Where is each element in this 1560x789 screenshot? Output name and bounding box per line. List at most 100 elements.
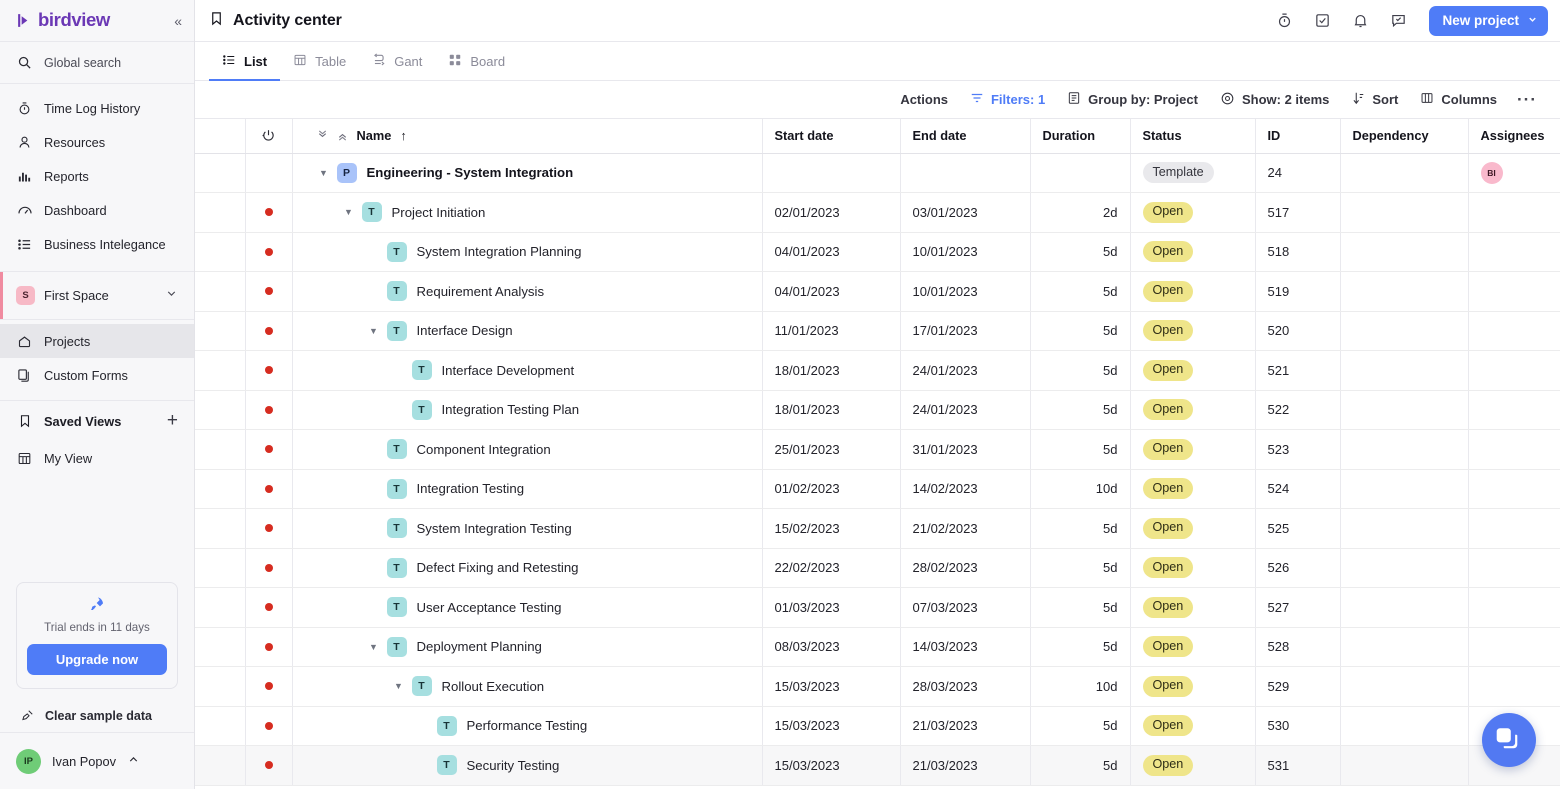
task-list-container[interactable]: Name ↑ Start date End date Duration Stat… — [195, 119, 1560, 789]
row-end-date[interactable]: 21/02/2023 — [900, 508, 1031, 549]
row-name-cell[interactable]: ▼ T Interface Design — [292, 311, 763, 351]
row-end-date[interactable]: 14/03/2023 — [900, 627, 1031, 667]
row-end-date[interactable]: 28/02/2023 — [900, 548, 1031, 588]
row-flag-cell[interactable] — [245, 232, 293, 272]
row-name-cell[interactable]: T System Integration Planning — [292, 232, 763, 272]
row-assignees-cell[interactable] — [1468, 587, 1560, 628]
more-options-button[interactable]: ··· — [1508, 86, 1546, 114]
table-row[interactable]: T Integration Testing Plan 18/01/2023 24/01… — [195, 390, 1560, 430]
tab-list[interactable]: List — [209, 43, 281, 81]
row-status-cell[interactable]: Template — [1130, 153, 1256, 193]
row-status-cell[interactable]: Open — [1130, 548, 1256, 588]
row-duration[interactable]: 5d — [1030, 706, 1131, 746]
row-flag-cell[interactable] — [245, 469, 293, 509]
row-status-cell[interactable]: Open — [1130, 429, 1256, 470]
row-select-cell[interactable] — [195, 706, 246, 746]
row-dependency[interactable] — [1340, 745, 1469, 786]
table-row[interactable]: ▼ T Interface Design 11/01/2023 17/01/2023 5d… — [195, 311, 1560, 351]
column-header-duration[interactable]: Duration — [1030, 119, 1131, 154]
show-items-button[interactable]: Show: 2 items — [1209, 86, 1340, 114]
row-dependency[interactable] — [1340, 232, 1469, 272]
row-select-cell[interactable] — [195, 548, 246, 588]
row-start-date[interactable]: 15/03/2023 — [762, 706, 901, 746]
expand-all-icon[interactable] — [337, 130, 348, 141]
column-header-assignees[interactable]: Assignees — [1468, 119, 1560, 154]
row-dependency[interactable] — [1340, 706, 1469, 746]
table-row[interactable]: T User Acceptance Testing 01/03/2023 07/03/… — [195, 587, 1560, 628]
row-flag-cell[interactable] — [245, 390, 293, 430]
collapse-sidebar-button[interactable]: « — [174, 14, 182, 28]
help-button[interactable] — [1482, 713, 1536, 767]
row-assignees-cell[interactable] — [1468, 429, 1560, 470]
row-flag-cell[interactable] — [245, 192, 293, 233]
row-start-date[interactable]: 11/01/2023 — [762, 311, 901, 351]
timer-icon[interactable] — [1265, 5, 1303, 37]
row-status-cell[interactable]: Open — [1130, 587, 1256, 628]
row-duration[interactable]: 5d — [1030, 232, 1131, 272]
row-end-date[interactable]: 07/03/2023 — [900, 587, 1031, 628]
sidebar-item-dashboard[interactable]: Dashboard — [0, 193, 194, 227]
sidebar-item-resources[interactable]: Resources — [0, 125, 194, 159]
row-select-cell[interactable] — [195, 311, 246, 351]
row-flag-cell[interactable] — [245, 666, 293, 707]
twisty-expanded-icon[interactable]: ▼ — [392, 681, 406, 691]
row-flag-cell[interactable] — [245, 548, 293, 588]
table-row[interactable]: ▼ T Deployment Planning 08/03/2023 14/03/202… — [195, 627, 1560, 667]
row-dependency[interactable] — [1340, 192, 1469, 233]
row-start-date[interactable] — [762, 153, 901, 193]
user-menu[interactable]: IP Ivan Popov — [0, 733, 194, 789]
row-status-cell[interactable]: Open — [1130, 271, 1256, 312]
sidebar-item-time-log-history[interactable]: Time Log History — [0, 91, 194, 125]
checkbox-icon[interactable] — [1303, 5, 1341, 37]
group-by-button[interactable]: Group by: Project — [1056, 86, 1209, 114]
row-duration[interactable]: 5d — [1030, 745, 1131, 786]
row-status-cell[interactable]: Open — [1130, 192, 1256, 233]
row-start-date[interactable]: 18/01/2023 — [762, 390, 901, 430]
row-flag-cell[interactable] — [245, 508, 293, 549]
upgrade-now-button[interactable]: Upgrade now — [27, 644, 167, 675]
new-project-button[interactable]: New project — [1429, 5, 1548, 36]
row-end-date[interactable]: 31/01/2023 — [900, 429, 1031, 470]
row-name-cell[interactable]: T Security Testing — [292, 745, 763, 786]
row-flag-cell[interactable] — [245, 627, 293, 667]
row-select-cell[interactable] — [195, 429, 246, 470]
columns-button[interactable]: Columns — [1409, 86, 1508, 114]
row-select-cell[interactable] — [195, 508, 246, 549]
row-end-date[interactable]: 21/03/2023 — [900, 745, 1031, 786]
row-name-cell[interactable]: T Requirement Analysis — [292, 271, 763, 312]
row-assignees-cell[interactable] — [1468, 271, 1560, 312]
row-select-cell[interactable] — [195, 232, 246, 272]
row-name-cell[interactable]: T Integration Testing — [292, 469, 763, 509]
row-dependency[interactable] — [1340, 508, 1469, 549]
row-dependency[interactable] — [1340, 469, 1469, 509]
row-end-date[interactable]: 24/01/2023 — [900, 350, 1031, 391]
row-name-cell[interactable]: T Interface Development — [292, 350, 763, 391]
row-select-cell[interactable] — [195, 271, 246, 312]
row-flag-cell[interactable] — [245, 350, 293, 391]
collapse-all-icon[interactable] — [317, 130, 328, 141]
column-header-select[interactable] — [195, 119, 246, 154]
twisty-expanded-icon[interactable]: ▼ — [342, 207, 356, 217]
sidebar-item-reports[interactable]: Reports — [0, 159, 194, 193]
row-status-cell[interactable]: Open — [1130, 706, 1256, 746]
table-row[interactable]: ▼ T Project Initiation 02/01/2023 03/01/2023… — [195, 192, 1560, 233]
row-end-date[interactable]: 14/02/2023 — [900, 469, 1031, 509]
row-status-cell[interactable]: Open — [1130, 627, 1256, 667]
table-row[interactable]: T Defect Fixing and Retesting 22/02/2023 28… — [195, 548, 1560, 588]
row-assignees-cell[interactable]: BI — [1468, 153, 1560, 193]
row-assignees-cell[interactable] — [1468, 469, 1560, 509]
chat-icon[interactable] — [1379, 5, 1417, 37]
column-header-flag[interactable] — [245, 119, 293, 154]
row-dependency[interactable] — [1340, 627, 1469, 667]
row-name-cell[interactable]: ▼ T Deployment Planning — [292, 627, 763, 667]
sidebar-item-my-view[interactable]: My View — [0, 441, 194, 475]
row-flag-cell[interactable] — [245, 311, 293, 351]
row-flag-cell[interactable] — [245, 587, 293, 628]
row-name-cell[interactable]: T User Acceptance Testing — [292, 587, 763, 628]
row-assignees-cell[interactable] — [1468, 390, 1560, 430]
row-select-cell[interactable] — [195, 192, 246, 233]
column-header-end-date[interactable]: End date — [900, 119, 1031, 154]
twisty-expanded-icon[interactable]: ▼ — [367, 642, 381, 652]
sidebar-item-custom-forms[interactable]: Custom Forms — [0, 358, 194, 392]
row-dependency[interactable] — [1340, 153, 1469, 193]
